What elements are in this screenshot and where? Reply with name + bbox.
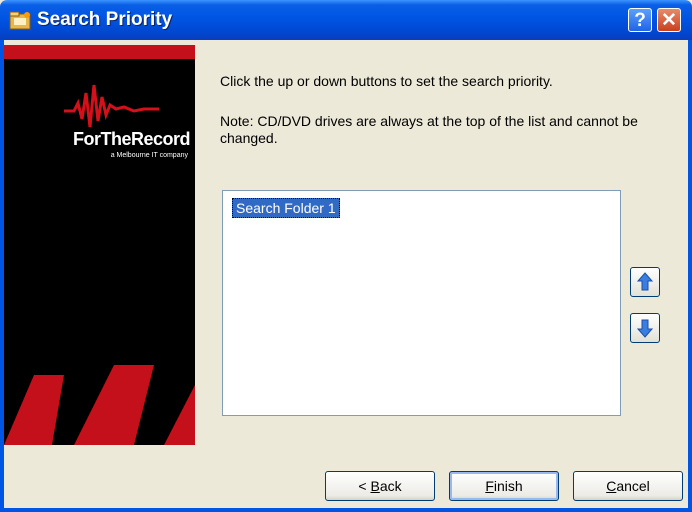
window-frame-right <box>688 40 692 512</box>
cancel-button[interactable]: Cancel <box>573 471 683 501</box>
brand-graphic <box>4 365 195 445</box>
dialog-window: Search Priority ? ✕ ForTheRecord a Melbo… <box>0 0 692 512</box>
list-item[interactable]: Search Folder 1 <box>232 198 340 218</box>
move-down-button[interactable] <box>630 313 660 343</box>
brand-tagline: a Melbourne IT company <box>110 152 188 159</box>
brand-banner: ForTheRecord a Melbourne IT company <box>4 45 195 445</box>
window-title: Search Priority <box>37 9 173 30</box>
note-text: Note: CD/DVD drives are always at the to… <box>220 113 638 146</box>
banner-red-stripe <box>4 45 195 59</box>
app-icon <box>9 11 31 30</box>
instruction-text: Click the up or down buttons to set the … <box>220 73 553 89</box>
finish-button-accelerator: F <box>485 478 494 494</box>
search-priority-list[interactable]: Search Folder 1 <box>222 190 621 416</box>
arrow-up-icon <box>636 272 654 291</box>
cancel-button-label: ancel <box>616 478 650 494</box>
finish-button-label: inish <box>493 478 523 494</box>
back-button[interactable]: < Back <box>325 471 435 501</box>
title-bar[interactable]: Search Priority ? ✕ <box>0 0 692 40</box>
close-button[interactable]: ✕ <box>657 8 681 32</box>
brand-name: ForTheRecord <box>72 129 191 149</box>
arrow-down-icon <box>636 319 654 338</box>
waveform-logo-icon <box>64 84 159 128</box>
move-up-button[interactable] <box>630 267 660 297</box>
back-button-accelerator: B <box>370 478 380 494</box>
back-button-label: ack <box>379 478 402 494</box>
help-button[interactable]: ? <box>628 8 652 32</box>
back-button-prefix: < <box>358 478 371 494</box>
finish-button[interactable]: Finish <box>449 471 559 501</box>
window-frame-bottom <box>0 508 692 512</box>
cancel-button-accelerator: C <box>606 478 617 494</box>
